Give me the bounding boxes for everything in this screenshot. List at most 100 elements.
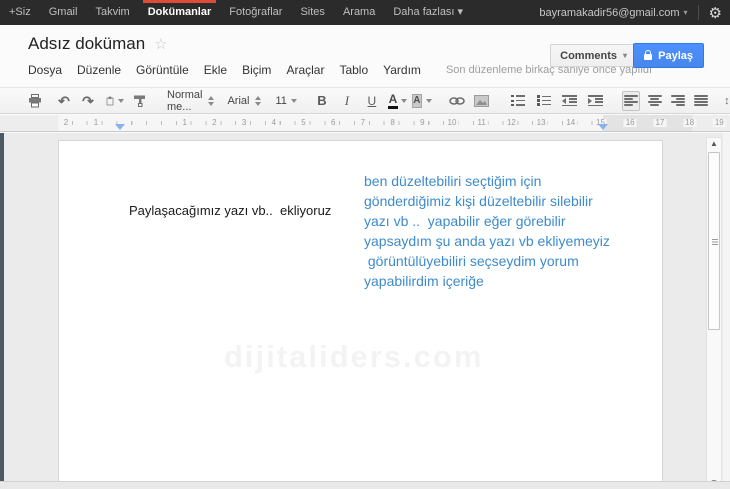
window-left-edge	[0, 133, 4, 489]
topbar-link[interactable]: Takvim	[86, 0, 138, 25]
right-indent-marker[interactable]	[598, 124, 608, 130]
menu-item[interactable]: Dosya	[28, 63, 62, 77]
ruler-number: 6	[328, 118, 338, 127]
ruler-number: 12	[504, 118, 518, 127]
text-color-caret-icon	[401, 98, 408, 103]
document-area: dijitaliders.com Paylaşacağımız yazı vb.…	[0, 133, 730, 489]
scrollbar-thumb[interactable]	[708, 152, 720, 330]
edit-toolbar: ↶ ↷ Normal me... Arial 11 B I U A A ↕	[0, 87, 730, 114]
font-size-dropdown[interactable]: 11	[275, 91, 297, 111]
google-bar-links: +Siz Gmail Takvim Dokümanlar Fotoğraflar Site…	[0, 0, 472, 25]
topbar-link[interactable]: Fotoğraflar	[220, 0, 291, 25]
text-color-button[interactable]: A	[387, 91, 408, 111]
scroll-up-icon[interactable]: ▲	[709, 140, 719, 148]
print-button[interactable]	[26, 91, 44, 111]
scrollbar-grip	[712, 239, 718, 245]
vertical-scrollbar[interactable]: ▲ ▼	[706, 137, 722, 489]
blue-text-line: yapabilirdim içeriğe	[364, 273, 484, 289]
redo-button[interactable]: ↷	[79, 91, 97, 111]
google-docs-window: +Siz Gmail Takvim Dokümanlar Fotoğraflar Site…	[0, 0, 730, 489]
topbar-link[interactable]: Arama	[334, 0, 384, 25]
font-value: Arial	[227, 94, 250, 107]
undo-icon: ↶	[58, 92, 70, 109]
align-center-button[interactable]	[646, 91, 664, 111]
topbar-link[interactable]: Sites	[291, 0, 333, 25]
highlight-color-icon: A	[412, 93, 422, 108]
blue-text-line: yazı vb .. yapabilir eğer görebilir	[364, 213, 566, 229]
account-caret-icon: ▾	[683, 8, 688, 17]
blue-text-line: ben düzeltebiliri seçtiğim için	[364, 173, 542, 189]
blue-text-line: görüntülüyebiliri seçseydim yorum	[364, 253, 579, 269]
align-left-button[interactable]	[621, 90, 640, 111]
bullet-list-button[interactable]	[535, 91, 553, 111]
document-paragraph[interactable]: Paylaşacağımız yazı vb.. ekliyoruz	[129, 203, 331, 218]
underline-button[interactable]: U	[363, 91, 381, 111]
menu-item[interactable]: Düzenle	[77, 63, 121, 77]
bold-icon: B	[317, 93, 327, 108]
justify-icon	[693, 95, 708, 106]
highlight-caret-icon	[425, 98, 432, 103]
clipboard-icon	[106, 96, 114, 105]
bold-button[interactable]: B	[313, 91, 331, 111]
menu-item[interactable]: Yardım	[383, 63, 421, 77]
menu-item[interactable]: Görüntüle	[136, 63, 189, 77]
insert-image-button[interactable]	[473, 91, 491, 111]
align-center-icon	[647, 95, 662, 106]
star-icon[interactable]: ☆	[154, 35, 167, 53]
menu-item[interactable]: Tablo	[339, 63, 368, 77]
print-icon	[29, 93, 41, 107]
paint-format-icon	[134, 95, 145, 107]
blue-text[interactable]: ben düzeltebiliri seçtiğim için gönderdiğ…	[364, 171, 610, 291]
align-left-icon	[623, 95, 638, 106]
link-icon	[449, 96, 465, 105]
paragraph-style-dropdown[interactable]: Normal me...	[167, 88, 215, 113]
topbar-link[interactable]: +Siz	[0, 0, 40, 25]
ruler-number: 17	[653, 118, 667, 127]
insert-link-button[interactable]	[448, 91, 466, 111]
numbered-list-button[interactable]	[509, 91, 527, 111]
increase-indent-icon	[588, 95, 604, 106]
topbar-link[interactable]: Dokümanlar	[139, 0, 221, 25]
comments-caret-icon: ▾	[622, 51, 627, 60]
italic-button[interactable]: I	[338, 91, 356, 111]
document-title[interactable]: Adsız doküman	[28, 34, 145, 54]
left-indent-marker[interactable]	[115, 124, 125, 130]
document-header: Adsız doküman ☆ Dosya Düzenle Görüntüle Ekl…	[0, 25, 730, 87]
ruler-number: 2	[210, 118, 219, 127]
menu-item[interactable]: Araçlar	[286, 63, 324, 77]
clipboard-caret-icon	[118, 98, 124, 103]
italic-icon: I	[344, 92, 350, 108]
ruler-number: 13	[534, 118, 548, 127]
ruler-right-margin	[603, 115, 692, 131]
ruler-number: 8	[388, 118, 397, 127]
gear-icon[interactable]: ⚙	[709, 4, 722, 22]
highlight-color-button[interactable]: A	[412, 91, 432, 111]
increase-indent-button[interactable]	[587, 91, 605, 111]
redo-icon: ↷	[82, 92, 94, 109]
justify-button[interactable]	[692, 91, 710, 111]
web-clipboard-button[interactable]	[106, 91, 124, 111]
undo-button[interactable]: ↶	[55, 91, 73, 111]
share-button[interactable]: Paylaş	[633, 43, 704, 68]
paint-format-button[interactable]	[131, 91, 149, 111]
font-size-value: 11	[275, 94, 287, 107]
account-email[interactable]: bayramakadir56@gmail.com	[539, 7, 679, 19]
google-bar-right: bayramakadir56@gmail.com ▾ ⚙	[539, 0, 722, 25]
comments-button[interactable]: Comments ▾	[550, 44, 637, 67]
align-right-icon	[670, 95, 685, 106]
align-right-button[interactable]	[669, 91, 687, 111]
decrease-indent-button[interactable]	[561, 91, 579, 111]
bullet-list-icon	[536, 95, 551, 106]
ruler-number: 19	[712, 118, 726, 127]
menu-item[interactable]: Ekle	[204, 63, 227, 77]
font-dropdown[interactable]: Arial	[227, 91, 262, 111]
document-page[interactable]: dijitaliders.com Paylaşacağımız yazı vb.…	[58, 140, 663, 489]
topbar-link[interactable]: Gmail	[40, 0, 87, 25]
paragraph-style-value: Normal me...	[167, 88, 203, 113]
ruler-number: 11	[475, 118, 488, 127]
share-label: Paylaş	[658, 49, 693, 62]
ruler-number: 16	[623, 118, 637, 127]
topbar-link[interactable]: Daha fazlası ▾	[384, 0, 472, 25]
menu-item[interactable]: Biçim	[242, 63, 271, 77]
menu-items: Dosya Düzenle Görüntüle Ekle Biçim Araçlar Tab…	[28, 63, 436, 77]
